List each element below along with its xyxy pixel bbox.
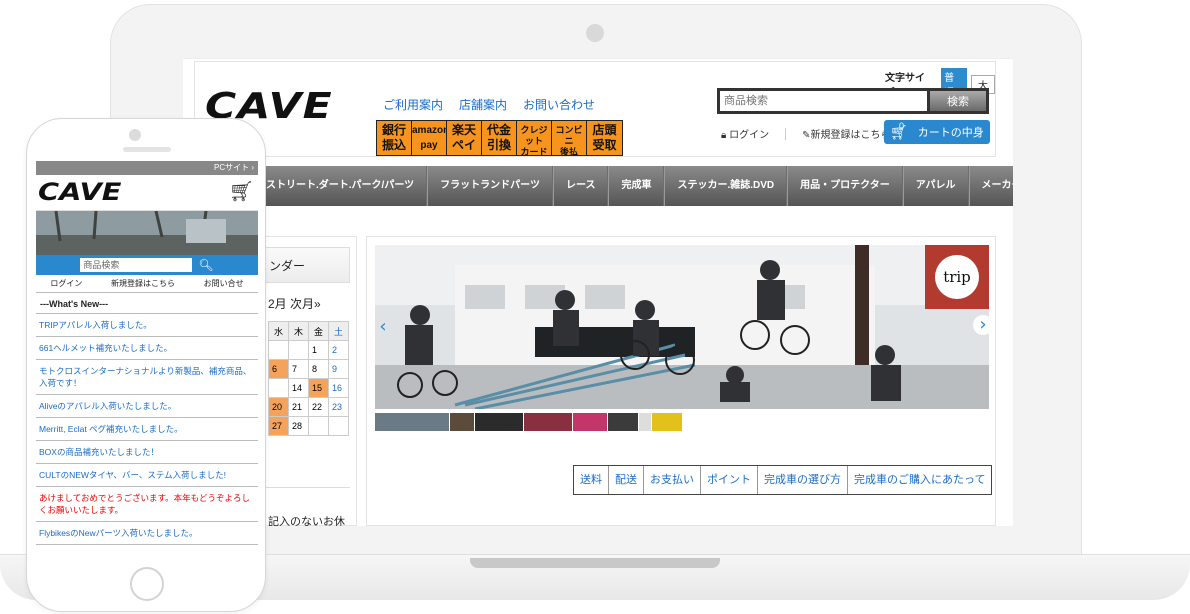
weekday-header: 金 — [308, 321, 329, 341]
shopping-info-links: 送料 配送 お支払い ポイント 完成車の選び方 完成車のご購入にあたって — [573, 465, 993, 495]
calendar-day: 22 — [308, 397, 329, 417]
header-photo-image — [36, 211, 258, 255]
category-flatland-parts[interactable]: フラットランドパーツ — [427, 166, 553, 206]
hero-slide-image: trip — [375, 245, 989, 409]
slider-thumb[interactable] — [475, 413, 523, 431]
main-content: trip ‹ › 送料 配送 お支払い ポイント 完成車の選び方 完成車のご購入… — [366, 236, 996, 526]
pc-site-label: PCサイト — [213, 163, 252, 172]
category-complete-bikes[interactable]: 完成車 — [608, 166, 665, 206]
calendar-day: 7 — [288, 359, 309, 379]
calendar-day: 28 — [288, 416, 309, 436]
mobile-logo[interactable]: CAVE — [38, 178, 121, 206]
slider-thumb[interactable] — [608, 413, 638, 431]
category-race[interactable]: レース — [552, 166, 609, 206]
slider-thumb[interactable] — [450, 413, 474, 431]
info-link-bike-purchase[interactable]: 完成車のご購入にあたって — [848, 466, 991, 494]
trip-logo-text: trip — [943, 268, 971, 286]
slider-thumb[interactable] — [652, 413, 682, 431]
calendar-day: 2 — [328, 340, 349, 360]
calendar-day — [288, 340, 309, 360]
laptop-screen-content: ストリート.ダート.パーク/パーツ フラットランドパーツ レース 完成車 ステッ… — [183, 58, 1013, 526]
phone-frame: PCサイト › CAVE 🛒︎ 商品検索 🔍︎ ログイン 新規登録はこちら お問… — [26, 118, 266, 612]
mobile-register-link[interactable]: 新規登録はこちら — [111, 275, 175, 292]
slider-thumb[interactable] — [639, 413, 651, 431]
info-link-payment[interactable]: お支払い — [644, 466, 701, 494]
mobile-search-bar: 商品検索 🔍︎ — [36, 255, 258, 275]
hero-slider[interactable]: trip ‹ › — [375, 245, 989, 409]
calendar-day — [268, 378, 289, 398]
category-makers[interactable]: メーカー別一覧 — [968, 166, 1013, 206]
calendar-day — [308, 416, 329, 436]
calendar-day-holiday: 15 — [308, 378, 329, 398]
calendar-grid: 水 木 金 土 1 2 6 7 8 9 14 15 16 20 21 22 23… — [268, 321, 349, 436]
weekday-header: 土 — [328, 321, 349, 341]
slider-prev-arrow[interactable]: ‹ — [375, 315, 391, 339]
info-link-points[interactable]: ポイント — [701, 466, 758, 494]
phone-home-button[interactable] — [130, 567, 164, 601]
search-icon[interactable]: 🔍︎ — [198, 258, 213, 272]
slider-next-arrow[interactable]: › — [973, 315, 989, 335]
news-item[interactable]: あけましておめでとうございます。本年もどうぞよろしくお願いいたします。 — [36, 487, 258, 522]
calendar-day-holiday: 6 — [268, 359, 289, 379]
divider — [262, 487, 350, 488]
sidebar-calendar: ンダー 2月 次月» 水 木 金 土 1 2 6 7 8 9 14 15 16 … — [253, 236, 357, 526]
category-stickers-dvd[interactable]: ステッカー.雑誌.DVD — [664, 166, 788, 206]
category-street-dirt-park[interactable]: ストリート.ダート.パーク/パーツ — [253, 166, 428, 206]
mobile-search-input[interactable]: 商品検索 — [80, 258, 193, 272]
laptop-trackpad-notch — [470, 558, 720, 568]
weekday-header: 水 — [268, 321, 289, 341]
news-item[interactable]: CULTのNEWタイヤ、バー、ステム入荷しました! — [36, 464, 258, 487]
mobile-contact-link[interactable]: お問い合せ — [204, 275, 244, 292]
phone-camera — [129, 129, 141, 141]
category-nav: ストリート.ダート.パーク/パーツ フラットランドパーツ レース 完成車 ステッ… — [253, 166, 1013, 206]
news-item[interactable]: Merritt, Eclat ペグ補充いたしました。 — [36, 418, 258, 441]
calendar-day-holiday: 27 — [268, 416, 289, 436]
weekday-header: 木 — [288, 321, 309, 341]
news-item[interactable]: Aliveのアパレル入荷いたしました。 — [36, 395, 258, 418]
phone-earpiece — [123, 147, 171, 152]
news-item[interactable]: FlybikesのNewパーツ入荷いたしました。 — [36, 522, 258, 545]
calendar-day: 1 — [308, 340, 329, 360]
laptop-camera — [586, 24, 604, 42]
mobile-login-link[interactable]: ログイン — [50, 275, 82, 292]
mobile-header-photo — [36, 211, 258, 255]
category-apparel[interactable]: アパレル — [902, 166, 969, 206]
mobile-header: CAVE 🛒︎ — [36, 175, 258, 211]
calendar-day: 16 — [328, 378, 349, 398]
pc-site-link[interactable]: PCサイト › — [36, 161, 258, 175]
news-title: ---What's New--- — [36, 293, 258, 314]
news-item[interactable]: TRIPアパレル入荷しました。 — [36, 314, 258, 337]
chevron-right-icon: › — [251, 163, 254, 172]
cart-icon[interactable]: 🛒︎ — [229, 179, 254, 203]
news-item[interactable]: モトクロスインターナショナルより新製品、補充商品、入荷です！ — [36, 360, 258, 395]
calendar-day: 9 — [328, 359, 349, 379]
news-item[interactable]: BOXの商品補充いたしました！ — [36, 441, 258, 464]
slider-thumb[interactable] — [573, 413, 607, 431]
slider-thumb[interactable] — [375, 413, 449, 431]
info-link-shipping-fee[interactable]: 送料 — [574, 466, 609, 494]
mobile-account-links: ログイン 新規登録はこちら お問い合せ — [36, 275, 258, 293]
phone-screen: PCサイト › CAVE 🛒︎ 商品検索 🔍︎ ログイン 新規登録はこちら お問… — [36, 161, 258, 557]
calendar-note: 記入のないお休 — [268, 516, 345, 526]
calendar-title: ンダー — [254, 247, 350, 283]
calendar-day — [268, 340, 289, 360]
slider-thumb[interactable] — [524, 413, 572, 431]
slider-thumbnails — [375, 413, 682, 431]
calendar-day: 14 — [288, 378, 309, 398]
calendar-day: 8 — [308, 359, 329, 379]
calendar-month-nav[interactable]: 2月 次月» — [268, 295, 321, 312]
calendar-day — [328, 416, 349, 436]
calendar-day: 21 — [288, 397, 309, 417]
news-item[interactable]: 661ヘルメット補充いたしました。 — [36, 337, 258, 360]
info-link-delivery[interactable]: 配送 — [609, 466, 644, 494]
category-protectors[interactable]: 用品・プロテクター — [787, 166, 903, 206]
calendar-day-holiday: 20 — [268, 397, 289, 417]
info-link-choose-bike[interactable]: 完成車の選び方 — [758, 466, 848, 494]
calendar-day: 23 — [328, 397, 349, 417]
